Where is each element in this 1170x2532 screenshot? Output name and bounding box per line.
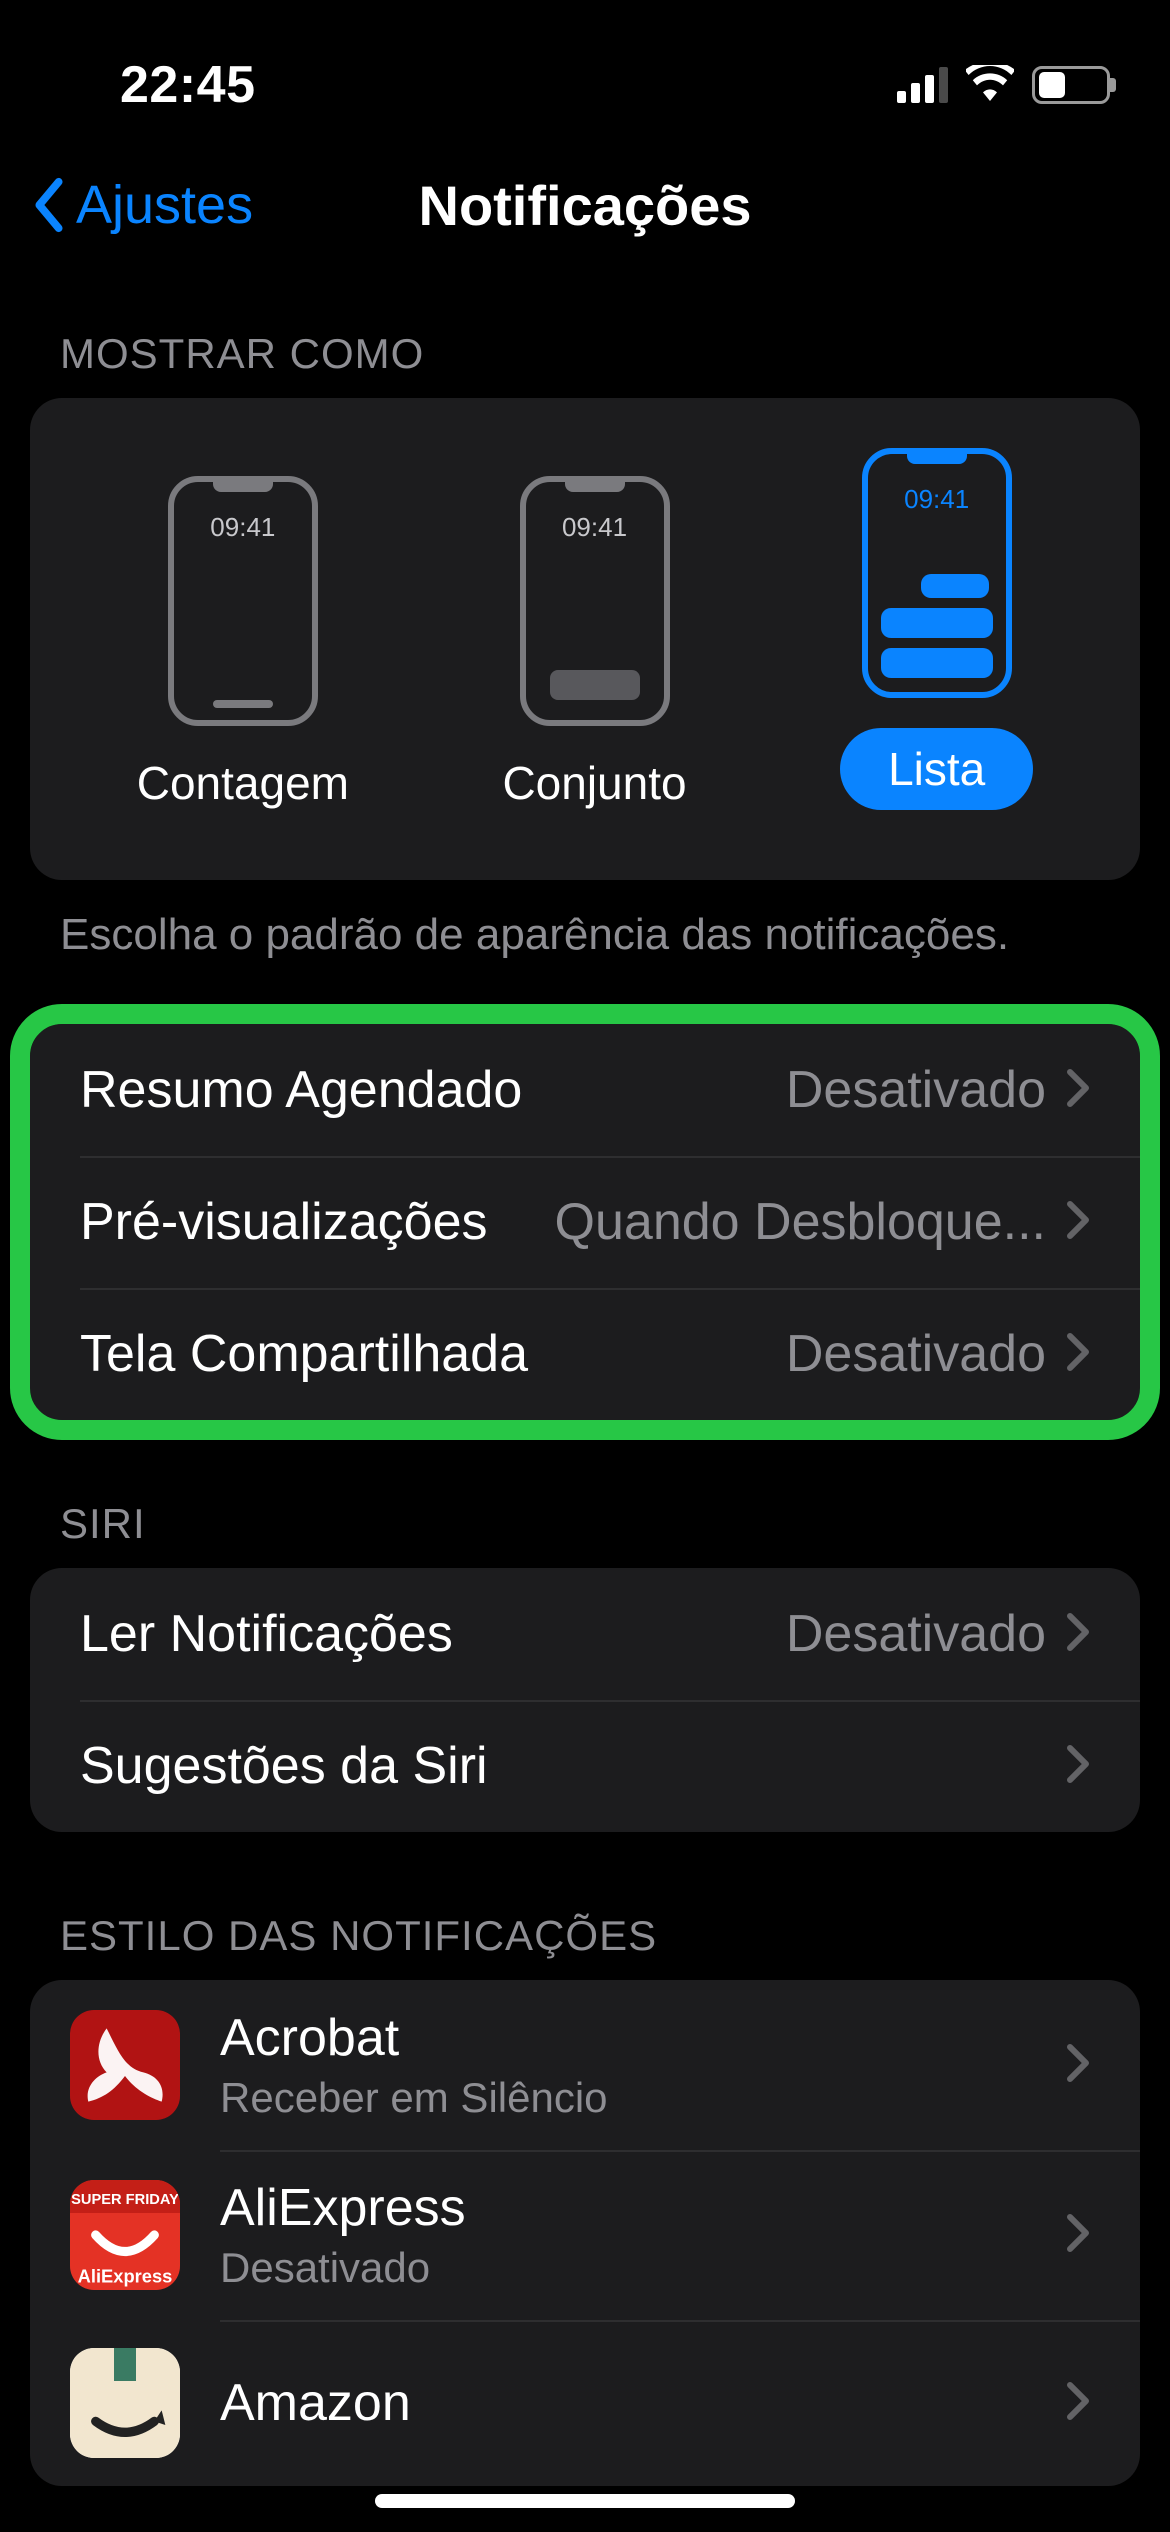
app-sub: Receber em Silêncio [220,2074,1046,2122]
row-screen-sharing[interactable]: Tela Compartilhada Desativado [30,1288,1140,1420]
battery-icon [1032,66,1110,104]
display-option-count[interactable]: 09:41 Contagem [137,476,349,810]
row-value: Desativado [786,1324,1046,1384]
phone-preview-count-icon: 09:41 [168,476,318,726]
display-option-list-label: Lista [840,728,1033,810]
home-indicator[interactable] [375,2494,795,2508]
cellular-icon [897,67,948,103]
row-value: Quando Desbloque... [518,1192,1047,1252]
app-row-acrobat[interactable]: Acrobat Receber em Silêncio [30,1980,1140,2150]
display-option-stack-label: Conjunto [502,756,686,810]
status-time: 22:45 [60,55,256,115]
app-sub: Desativado [220,2244,1046,2292]
section-header-notification-style: ESTILO DAS NOTIFICAÇÕES [0,1832,1170,1980]
row-show-previews[interactable]: Pré-visualizações Quando Desbloque... [30,1156,1140,1288]
page-title: Notificações [419,173,752,238]
display-as-group: 09:41 Contagem 09:41 Conjunto 09:41 [30,398,1140,880]
notification-style-group: Acrobat Receber em Silêncio SUPER FRIDAY… [30,1980,1140,2486]
phone-preview-list-icon: 09:41 [862,448,1012,698]
app-row-aliexpress[interactable]: SUPER FRIDAY AliExpress AliExpress Desat… [30,2150,1140,2320]
row-siri-suggestions[interactable]: Sugestões da Siri [30,1700,1140,1832]
app-name: Acrobat [220,2008,1046,2068]
row-label: Resumo Agendado [80,1060,522,1120]
display-option-stack[interactable]: 09:41 Conjunto [502,476,686,810]
app-icon-aliexpress: SUPER FRIDAY AliExpress [70,2180,180,2290]
chevron-left-icon [30,176,68,234]
chevron-right-icon [1066,1068,1090,1113]
svg-text:AliExpress: AliExpress [78,2266,173,2287]
app-icon-acrobat [70,2010,180,2120]
row-announce-notifications[interactable]: Ler Notificações Desativado [30,1568,1140,1700]
row-value: Desativado [786,1060,1046,1120]
display-option-count-label: Contagem [137,756,349,810]
chevron-right-icon [1066,2381,1090,2426]
status-indicators [897,65,1110,106]
back-label: Ajustes [76,174,253,236]
row-value: Desativado [786,1604,1046,1664]
section-header-siri: SIRI [0,1420,1170,1568]
row-label: Pré-visualizações [80,1192,488,1252]
siri-group: Ler Notificações Desativado Sugestões da… [30,1568,1140,1832]
svg-text:SUPER FRIDAY: SUPER FRIDAY [71,2192,179,2208]
app-icon-amazon [70,2348,180,2458]
app-row-amazon[interactable]: Amazon [30,2320,1140,2486]
status-bar: 22:45 [0,0,1170,140]
chevron-right-icon [1066,1332,1090,1377]
row-scheduled-summary[interactable]: Resumo Agendado Desativado [30,1024,1140,1156]
back-button[interactable]: Ajustes [30,174,253,236]
row-label: Sugestões da Siri [80,1736,488,1796]
row-label: Ler Notificações [80,1604,453,1664]
app-name: Amazon [220,2373,1046,2433]
chevron-right-icon [1066,1200,1090,1245]
wifi-icon [966,65,1014,106]
display-option-list[interactable]: 09:41 Lista [840,448,1033,810]
notification-settings-group: Resumo Agendado Desativado Pré-visualiza… [30,1024,1140,1420]
app-name: AliExpress [220,2178,1046,2238]
section-header-display-as: MOSTRAR COMO [0,270,1170,398]
row-label: Tela Compartilhada [80,1324,528,1384]
phone-preview-stack-icon: 09:41 [520,476,670,726]
section-footer-display-as: Escolha o padrão de aparência das notifi… [0,880,1170,964]
chevron-right-icon [1066,1612,1090,1657]
nav-header: Ajustes Notificações [0,140,1170,270]
chevron-right-icon [1066,1744,1090,1789]
chevron-right-icon [1066,2043,1090,2088]
chevron-right-icon [1066,2213,1090,2258]
